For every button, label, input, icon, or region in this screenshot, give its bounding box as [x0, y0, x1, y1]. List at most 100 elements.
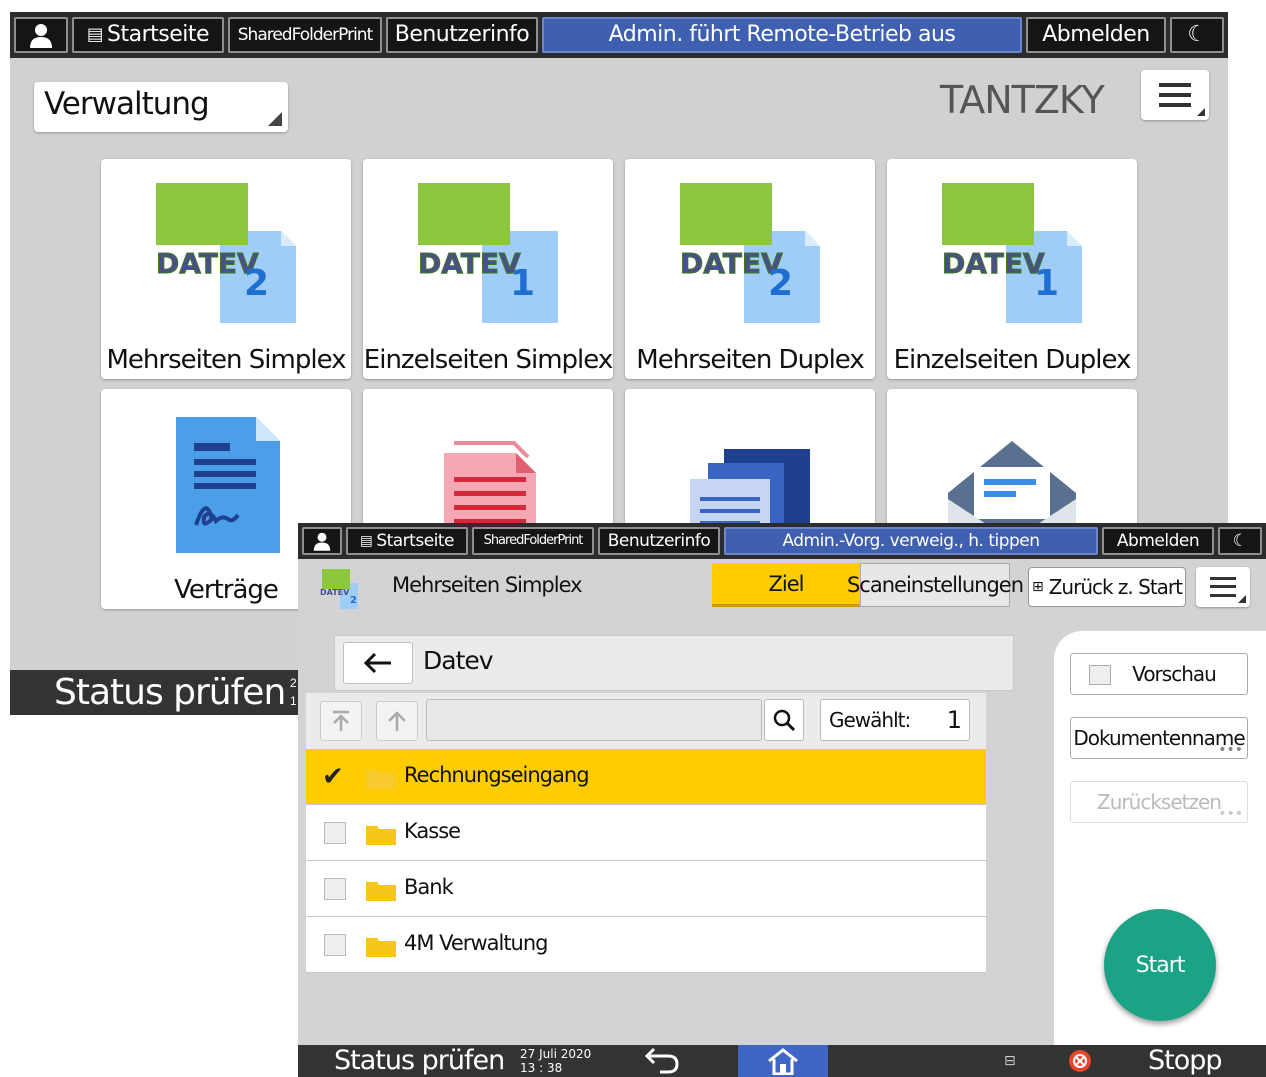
- user-name: TANTZKY: [940, 78, 1105, 122]
- memory-icon: ⊟: [1004, 1052, 1016, 1068]
- sharedfolderprint-button[interactable]: SharedFolderPrint: [228, 16, 382, 54]
- tile-einzelseiten-duplex[interactable]: DATEV 1 Einzelseiten Duplex: [887, 159, 1137, 379]
- folder-list: ✔ Rechnungseingang Kasse Bank 4M Verwalt…: [306, 749, 986, 973]
- grid-icon: ⊞: [1031, 579, 1044, 595]
- checkbox[interactable]: [1089, 665, 1111, 685]
- startseite-button[interactable]: ▤ Startseite: [346, 526, 468, 556]
- menu-button[interactable]: [1141, 70, 1209, 120]
- selected-count: Gewählt: 1: [820, 699, 970, 741]
- preview-toggle[interactable]: Vorschau: [1070, 653, 1248, 695]
- tile-mehrseiten-duplex[interactable]: DATEV 2 Mehrseiten Duplex: [625, 159, 875, 379]
- search-input[interactable]: [426, 699, 762, 741]
- moon-icon: ☾: [1232, 530, 1248, 551]
- scan-program-title: Mehrseiten Simplex: [392, 573, 583, 597]
- stop-button[interactable]: Stopp: [1148, 1045, 1223, 1076]
- user-icon: [313, 532, 331, 551]
- reset-button[interactable]: Zurücksetzen •••: [1070, 781, 1248, 823]
- tile-einzelseiten-simplex[interactable]: DATEV 1 Einzelseiten Simplex: [363, 159, 613, 379]
- menu-icon: [1159, 83, 1191, 107]
- svg-text:1: 1: [510, 263, 535, 304]
- datev-icon: DATEV 2: [680, 183, 820, 323]
- search-icon: [773, 709, 796, 732]
- list-item[interactable]: Bank: [306, 861, 986, 917]
- status-datetime: 27 Juli 2020 13 : 38: [520, 1047, 592, 1075]
- back-button[interactable]: [343, 642, 413, 684]
- datev-icon: DATEV 2: [156, 183, 296, 323]
- status-message[interactable]: Admin.-Vorg. verweig., h. tippen: [724, 526, 1098, 556]
- datev-icon: DATEV 1: [418, 183, 558, 323]
- status-date: 2 1: [290, 676, 297, 708]
- user-icon-button[interactable]: [14, 16, 68, 54]
- go-up-button[interactable]: [376, 701, 418, 741]
- moon-icon: ☾: [1187, 22, 1207, 48]
- scan-screen: ▤ Startseite SharedFolderPrint Benutzerin…: [298, 523, 1266, 1077]
- checkbox[interactable]: [324, 822, 346, 844]
- svg-text:2: 2: [350, 595, 357, 606]
- top-bar: ▤ Startseite SharedFolderPrint Benutzerin…: [10, 12, 1228, 58]
- tile-label: Einzelseiten Duplex: [893, 345, 1132, 375]
- undo-arrow-icon: [644, 1047, 679, 1074]
- checkmark-icon: ✔: [322, 761, 344, 791]
- svg-text:DATEV: DATEV: [418, 247, 521, 280]
- home-icon: [768, 1048, 798, 1075]
- tab-ziel[interactable]: Ziel: [712, 563, 860, 607]
- current-folder-label: Datev: [423, 646, 494, 675]
- status-bar: Status prüfen 27 Juli 2020 13 : 38 ⊟ Sto…: [298, 1045, 1266, 1077]
- go-top-button[interactable]: [320, 701, 362, 741]
- tile-label: Einzelseiten Simplex: [363, 345, 613, 375]
- document-name-button[interactable]: Dokumentenname •••: [1070, 717, 1248, 759]
- folder-icon: [366, 826, 396, 845]
- benutzerinfo-button[interactable]: Benutzerinfo: [598, 526, 720, 556]
- back-to-start-button[interactable]: ⊞ Zurück z. Start: [1028, 567, 1186, 607]
- list-item[interactable]: Kasse: [306, 805, 986, 861]
- status-message[interactable]: Admin. führt Remote-Betrieb aus: [542, 16, 1022, 54]
- energy-saver-button[interactable]: ☾: [1218, 526, 1262, 556]
- list-item[interactable]: ✔ Rechnungseingang: [306, 749, 986, 805]
- home-button[interactable]: [738, 1045, 828, 1077]
- datev-icon: DATEV 1: [942, 183, 1082, 323]
- arrow-left-icon: [363, 652, 391, 674]
- tab-scaneinstellungen[interactable]: Scaneinstellungen: [847, 563, 1024, 607]
- tile-mehrseiten-simplex[interactable]: DATEV 2 Mehrseiten Simplex: [101, 159, 351, 379]
- function-select[interactable]: Verwaltung: [34, 82, 288, 132]
- list-toolbar: Gewählt: 1: [306, 693, 986, 749]
- folder-icon: [366, 882, 396, 901]
- menu-icon: [1210, 577, 1236, 597]
- keyboard-icon: ▤: [359, 532, 373, 549]
- status-check-button[interactable]: Status prüfen: [54, 672, 286, 713]
- more-dots-icon: •••: [1218, 806, 1243, 822]
- checkbox[interactable]: [324, 878, 346, 900]
- datev-icon: DATEV 2: [320, 569, 358, 609]
- stop-icon: [1069, 1050, 1091, 1072]
- startseite-button[interactable]: ▤ Startseite: [72, 16, 224, 54]
- sharedfolderprint-button[interactable]: SharedFolderPrint: [472, 526, 594, 556]
- contract-document-icon: [176, 417, 280, 553]
- abmelden-button[interactable]: Abmelden: [1026, 16, 1166, 54]
- svg-text:2: 2: [768, 263, 793, 304]
- benutzerinfo-button[interactable]: Benutzerinfo: [386, 16, 538, 54]
- start-button[interactable]: Start: [1104, 909, 1216, 1021]
- side-panel: Vorschau Dokumentenname ••• Zurücksetzen…: [1054, 631, 1266, 1077]
- user-icon-button[interactable]: [302, 526, 342, 556]
- tile-label: Mehrseiten Simplex: [106, 345, 346, 375]
- svg-text:1: 1: [1034, 263, 1059, 304]
- svg-text:2: 2: [244, 263, 269, 304]
- folder-icon: [366, 770, 396, 789]
- user-icon: [30, 23, 52, 48]
- breadcrumb: Datev: [334, 635, 1014, 691]
- arrow-up-icon: [388, 711, 406, 731]
- folder-icon: [366, 938, 396, 957]
- list-item[interactable]: 4M Verwaltung: [306, 917, 986, 973]
- status-check-button[interactable]: Status prüfen: [334, 1045, 505, 1076]
- energy-saver-button[interactable]: ☾: [1170, 16, 1224, 54]
- abmelden-button[interactable]: Abmelden: [1102, 526, 1214, 556]
- checkbox[interactable]: [324, 934, 346, 956]
- tile-label: Mehrseiten Duplex: [636, 345, 864, 375]
- svg-text:DATEV: DATEV: [320, 588, 350, 597]
- top-bar: ▤ Startseite SharedFolderPrint Benutzerin…: [298, 523, 1266, 559]
- arrow-to-top-icon: [333, 710, 349, 731]
- more-dots-icon: •••: [1218, 742, 1243, 758]
- search-button[interactable]: [764, 699, 804, 741]
- menu-button[interactable]: [1196, 567, 1250, 607]
- back-icon[interactable]: [644, 1045, 680, 1077]
